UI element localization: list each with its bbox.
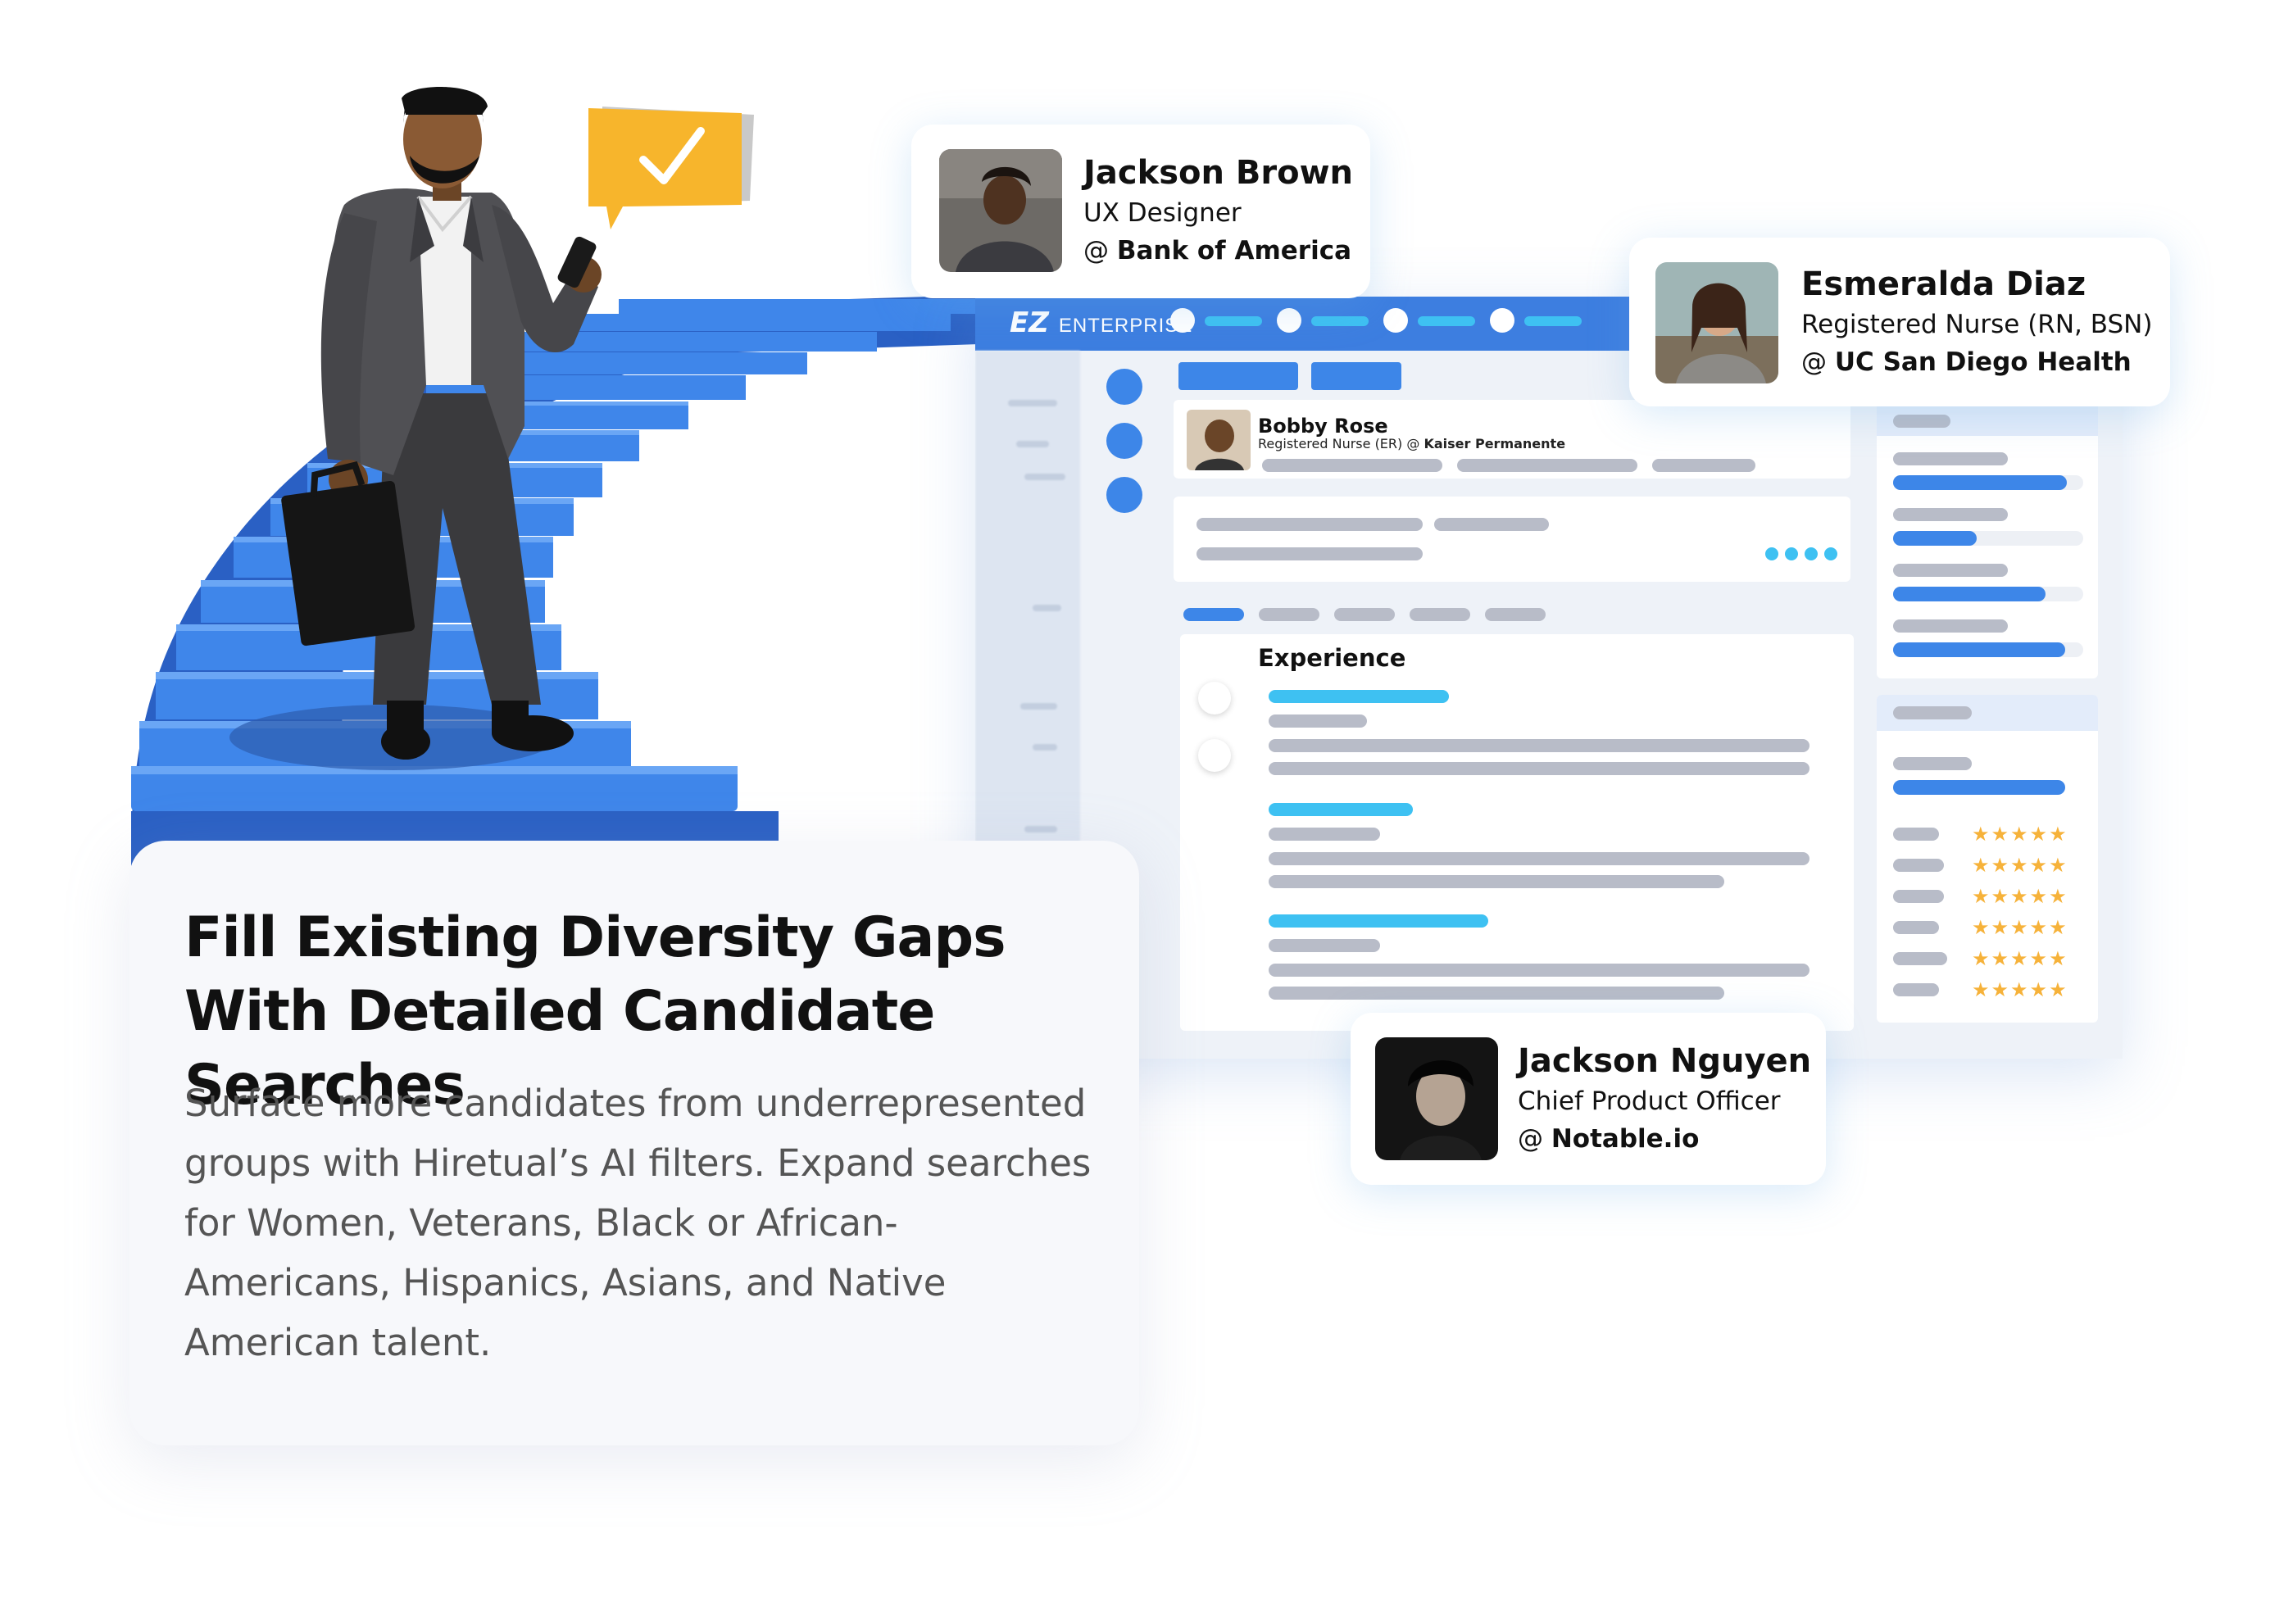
profile-role: UX Designer bbox=[1083, 198, 1242, 228]
action-button-2[interactable] bbox=[1311, 362, 1401, 390]
feature-description: Surface more candidates from underrepres… bbox=[184, 1082, 1092, 1364]
at-sign: @ bbox=[1083, 236, 1117, 265]
profile-company: @ Bank of America bbox=[1083, 236, 1351, 265]
nav-item-2[interactable] bbox=[1277, 308, 1301, 333]
exp2-line-2 bbox=[1269, 852, 1809, 865]
action-button-1[interactable] bbox=[1178, 362, 1298, 390]
profile-card-esmeralda-diaz[interactable]: Esmeralda Diaz Registered Nurse (RN, BSN… bbox=[1629, 238, 2170, 406]
side-nav-dot-3[interactable] bbox=[1106, 477, 1142, 513]
tab-4[interactable] bbox=[1410, 608, 1470, 621]
card-tag-1 bbox=[1262, 459, 1442, 472]
skills-header-label bbox=[1893, 415, 1950, 428]
profile-company: @ UC San Diego Health bbox=[1801, 347, 2132, 377]
tab-5[interactable] bbox=[1485, 608, 1546, 621]
tab-1[interactable] bbox=[1183, 608, 1244, 621]
skill-label-4 bbox=[1893, 619, 2008, 633]
company-name: UC San Diego Health bbox=[1834, 347, 2132, 377]
profile-role: Registered Nurse (RN, BSN) bbox=[1801, 310, 2153, 339]
at-sign: @ bbox=[1518, 1124, 1551, 1154]
star-rating-3: ★★★★★ bbox=[1972, 885, 2068, 908]
nav-pill-1 bbox=[1205, 316, 1262, 326]
nav-item-3[interactable] bbox=[1383, 308, 1408, 333]
exp3-line-1 bbox=[1269, 939, 1380, 952]
more-dots-icon[interactable] bbox=[1764, 544, 1842, 564]
exp2-title bbox=[1269, 803, 1413, 816]
summary-line-2 bbox=[1434, 518, 1549, 531]
at-sign: @ bbox=[1801, 347, 1835, 377]
candidate-name: Bobby Rose bbox=[1258, 415, 1388, 438]
star-rating-6: ★★★★★ bbox=[1972, 978, 2068, 1001]
nav-pill-3 bbox=[1418, 316, 1475, 326]
company-name: Notable.io bbox=[1551, 1124, 1700, 1154]
brand-logo: EZ bbox=[1010, 306, 1049, 339]
candidate-role: Registered Nurse (ER) @ Kaiser Permanent… bbox=[1258, 436, 1565, 451]
rating-label-5 bbox=[1893, 952, 1947, 965]
card-tag-3 bbox=[1652, 459, 1755, 472]
nav-item-1[interactable] bbox=[1170, 308, 1195, 333]
exp1-line-3 bbox=[1269, 762, 1809, 775]
avatar bbox=[1655, 262, 1778, 383]
app-window: EZ ENTERPRISE ★★★★★ ★★★★★ ★★★★★ ★★★★★ ★★… bbox=[975, 297, 2123, 1059]
exp1-line-2 bbox=[1269, 739, 1809, 752]
summary-line-3 bbox=[1196, 547, 1423, 560]
exp1-title bbox=[1269, 690, 1449, 703]
summary-line-1 bbox=[1196, 518, 1423, 531]
rating-label-3 bbox=[1893, 890, 1944, 903]
skill-bar-2 bbox=[1893, 531, 1977, 546]
star-rating-5: ★★★★★ bbox=[1972, 947, 2068, 970]
exp2-line-3 bbox=[1269, 875, 1724, 888]
rating-section-label bbox=[1893, 757, 1972, 770]
rating-summary-bar bbox=[1893, 780, 2065, 795]
star-rating-4: ★★★★★ bbox=[1972, 916, 2068, 939]
nav-pill-4 bbox=[1524, 316, 1582, 326]
summary-card bbox=[1174, 497, 1850, 582]
side-nav-dot-2[interactable] bbox=[1106, 423, 1142, 459]
profile-name: Jackson Brown bbox=[1083, 154, 1354, 192]
skill-label-2 bbox=[1893, 508, 2008, 521]
ratings-header-label bbox=[1893, 706, 1972, 719]
skill-bar-1 bbox=[1893, 475, 2067, 490]
profile-card-jackson-brown[interactable]: Jackson Brown UX Designer @ Bank of Amer… bbox=[911, 125, 1370, 298]
profile-name: Esmeralda Diaz bbox=[1801, 265, 2086, 303]
skill-label-3 bbox=[1893, 564, 2008, 577]
exp3-title bbox=[1269, 914, 1488, 928]
profile-card-jackson-nguyen[interactable]: Jackson Nguyen Chief Product Officer @ N… bbox=[1351, 1013, 1826, 1185]
company-name: Bank of America bbox=[1116, 236, 1351, 265]
tab-2[interactable] bbox=[1259, 608, 1319, 621]
rating-label-6 bbox=[1893, 983, 1939, 996]
nav-pill-2 bbox=[1311, 316, 1369, 326]
card-tag-2 bbox=[1457, 459, 1637, 472]
star-rating-1: ★★★★★ bbox=[1972, 823, 2068, 846]
avatar bbox=[939, 149, 1062, 272]
rating-label-1 bbox=[1893, 828, 1939, 841]
profile-company: @ Notable.io bbox=[1518, 1124, 1699, 1154]
star-rating-2: ★★★★★ bbox=[1972, 854, 2068, 877]
experience-heading: Experience bbox=[1258, 644, 1406, 672]
candidate-role-prefix: Registered Nurse (ER) @ bbox=[1258, 436, 1424, 451]
rating-label-4 bbox=[1893, 921, 1939, 934]
candidate-avatar bbox=[1187, 410, 1251, 470]
staircase-illustration bbox=[131, 87, 979, 869]
avatar bbox=[1375, 1037, 1498, 1160]
tab-3[interactable] bbox=[1334, 608, 1395, 621]
candidate-company: Kaiser Permanente bbox=[1424, 436, 1566, 451]
nav-item-4[interactable] bbox=[1490, 308, 1514, 333]
profile-name: Jackson Nguyen bbox=[1518, 1042, 1812, 1080]
skill-bar-3 bbox=[1893, 587, 2046, 601]
exp2-line-1 bbox=[1269, 828, 1380, 841]
skill-bar-4 bbox=[1893, 642, 2065, 657]
exp1-line-1 bbox=[1269, 714, 1367, 728]
side-nav-dot-1[interactable] bbox=[1106, 369, 1142, 405]
exp3-line-3 bbox=[1269, 987, 1724, 1000]
timeline-dot-1 bbox=[1198, 682, 1231, 714]
rating-label-2 bbox=[1893, 859, 1944, 872]
profile-role: Chief Product Officer bbox=[1518, 1086, 1781, 1116]
skill-label-1 bbox=[1893, 452, 2008, 465]
timeline-dot-2 bbox=[1198, 739, 1231, 772]
exp3-line-2 bbox=[1269, 964, 1809, 977]
brand: EZ ENTERPRISE bbox=[1010, 306, 1192, 339]
